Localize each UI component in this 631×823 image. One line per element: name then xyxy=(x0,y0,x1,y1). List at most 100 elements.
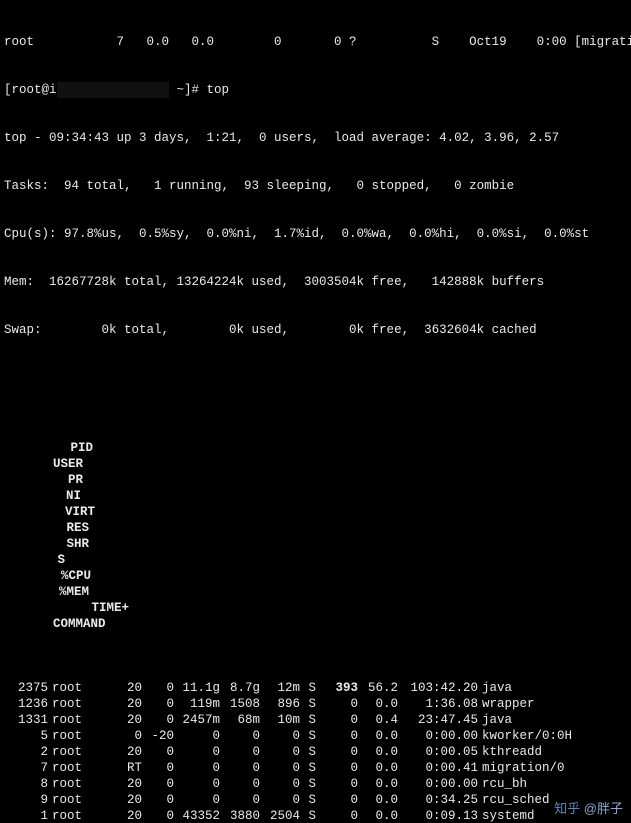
cell-pid: 8 xyxy=(4,776,48,792)
cell-s: S xyxy=(300,792,316,808)
cell-pr: 20 xyxy=(108,776,142,792)
cell-cpu: 0 xyxy=(316,792,358,808)
cell-cpu: 0 xyxy=(316,808,358,823)
hostname-redacted: xxxxxxxxxxxxxxx xyxy=(57,82,170,98)
watermark-site: 知乎 xyxy=(554,801,580,816)
cell-pr: 20 xyxy=(108,696,142,712)
cell-user: root xyxy=(48,776,108,792)
cell-pr: 20 xyxy=(108,744,142,760)
cell-user: root xyxy=(48,680,108,696)
cell-virt: 0 xyxy=(174,792,220,808)
table-row: 5root0-20000S00.00:00.00kworker/0:0H xyxy=(4,728,627,744)
cell-time: 23:47.45 xyxy=(398,712,478,728)
watermark-at: @ xyxy=(584,801,597,816)
table-row: 1236root200119m1508896S00.01:36.08wrappe… xyxy=(4,696,627,712)
summary-line-2: Tasks: 94 total, 1 running, 93 sleeping,… xyxy=(4,178,627,194)
cell-user: root xyxy=(48,696,108,712)
col-s: S xyxy=(49,552,65,568)
watermark: 知乎 @胖子 xyxy=(554,801,623,817)
terminal[interactable]: root 7 0.0 0.0 0 0 ? S Oct19 0:00 [migra… xyxy=(0,0,631,823)
scrollback-line: root 7 0.0 0.0 0 0 ? S Oct19 0:00 [migra… xyxy=(4,34,627,50)
cell-pid: 9 xyxy=(4,792,48,808)
cell-pr: 20 xyxy=(108,808,142,823)
cell-ni: 0 xyxy=(142,696,174,712)
cell-pr: 20 xyxy=(108,712,142,728)
cell-pr: RT xyxy=(108,760,142,776)
cell-pid: 7 xyxy=(4,760,48,776)
cell-mem: 0.0 xyxy=(358,808,398,823)
cell-user: root xyxy=(48,760,108,776)
cell-res: 0 xyxy=(220,744,260,760)
cell-virt: 0 xyxy=(174,744,220,760)
cell-cmd: migration/0 xyxy=(478,760,612,776)
cell-cmd: wrapper xyxy=(478,696,612,712)
cell-cpu: 393 xyxy=(316,680,358,696)
summary-line-4: Mem: 16267728k total, 13264224k used, 30… xyxy=(4,274,627,290)
cell-pr: 20 xyxy=(108,792,142,808)
cell-res: 0 xyxy=(220,792,260,808)
cell-user: root xyxy=(48,792,108,808)
cell-s: S xyxy=(300,680,316,696)
cell-mem: 0.0 xyxy=(358,776,398,792)
cell-time: 0:34.25 xyxy=(398,792,478,808)
cell-pr: 0 xyxy=(108,728,142,744)
cell-virt: 119m xyxy=(174,696,220,712)
cell-cmd: java xyxy=(478,680,612,696)
cell-shr: 0 xyxy=(260,744,300,760)
table-row: 2root200000S00.00:00.05kthreadd xyxy=(4,744,627,760)
cell-ni: -20 xyxy=(142,728,174,744)
cell-shr: 0 xyxy=(260,728,300,744)
col-pr: PR xyxy=(49,472,83,488)
cell-pid: 1236 xyxy=(4,696,48,712)
cell-user: root xyxy=(48,728,108,744)
cell-shr: 12m xyxy=(260,680,300,696)
col-ni: NI xyxy=(49,488,81,504)
summary-line-5: Swap: 0k total, 0k used, 0k free, 363260… xyxy=(4,322,627,338)
cell-shr: 0 xyxy=(260,792,300,808)
cell-cmd: rcu_bh xyxy=(478,776,612,792)
cell-res: 68m xyxy=(220,712,260,728)
process-table: PID USER PR NI VIRT RES SHR S %CPU %MEM … xyxy=(4,392,627,823)
cell-s: S xyxy=(300,744,316,760)
cell-cpu: 0 xyxy=(316,760,358,776)
cell-time: 0:00.05 xyxy=(398,744,478,760)
cell-virt: 43352 xyxy=(174,808,220,823)
cell-cpu: 0 xyxy=(316,712,358,728)
cell-cmd: java xyxy=(478,712,612,728)
cell-s: S xyxy=(300,776,316,792)
col-user: USER xyxy=(49,456,109,472)
table-row: 9root200000S00.00:34.25rcu_sched xyxy=(4,792,627,808)
table-row: 1331root2002457m68m10mS00.423:47.45java xyxy=(4,712,627,728)
cell-res: 0 xyxy=(220,760,260,776)
cell-res: 8.7g xyxy=(220,680,260,696)
cell-mem: 0.0 xyxy=(358,696,398,712)
table-row: 8root200000S00.00:00.00rcu_bh xyxy=(4,776,627,792)
cell-mem: 56.2 xyxy=(358,680,398,696)
cell-pid: 1 xyxy=(4,808,48,823)
cell-virt: 0 xyxy=(174,776,220,792)
cell-mem: 0.0 xyxy=(358,744,398,760)
cell-pid: 1331 xyxy=(4,712,48,728)
cell-ni: 0 xyxy=(142,808,174,823)
cell-shr: 896 xyxy=(260,696,300,712)
cell-ni: 0 xyxy=(142,680,174,696)
cell-s: S xyxy=(300,808,316,823)
cell-res: 0 xyxy=(220,728,260,744)
prompt-line: [root@ixxxxxxxxxxxxxxx ~]# top xyxy=(4,82,627,98)
cell-shr: 0 xyxy=(260,760,300,776)
cell-user: root xyxy=(48,744,108,760)
col-cpu: %CPU xyxy=(49,568,91,584)
cell-virt: 2457m xyxy=(174,712,220,728)
col-time: TIME+ xyxy=(49,600,129,616)
col-res: RES xyxy=(49,520,89,536)
cell-user: root xyxy=(48,712,108,728)
cell-user: root xyxy=(48,808,108,823)
cell-s: S xyxy=(300,696,316,712)
cell-cpu: 0 xyxy=(316,728,358,744)
cell-s: S xyxy=(300,760,316,776)
cell-pid: 2375 xyxy=(4,680,48,696)
cell-cpu: 0 xyxy=(316,776,358,792)
summary-line-1: top - 09:34:43 up 3 days, 1:21, 0 users,… xyxy=(4,130,627,146)
cell-pid: 5 xyxy=(4,728,48,744)
cell-res: 1508 xyxy=(220,696,260,712)
